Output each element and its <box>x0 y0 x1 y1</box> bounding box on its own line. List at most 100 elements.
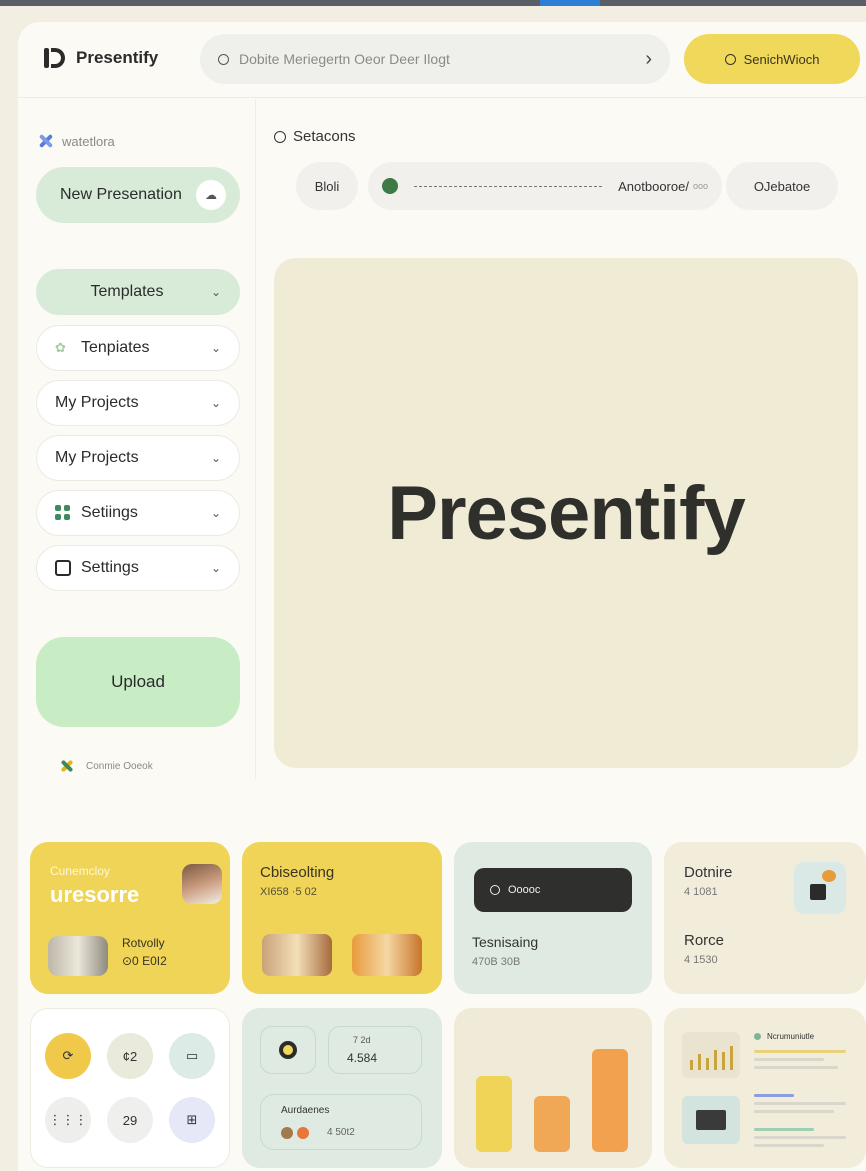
shortcut-value: ¢2 <box>122 1048 138 1064</box>
chevron-down-icon: ⌄ <box>210 341 221 355</box>
leaf-icon: ✿ <box>55 340 66 355</box>
filter-chip[interactable]: OJebatoe <box>726 162 838 210</box>
grid-icon[interactable]: ⋮⋮⋮ <box>45 1097 91 1143</box>
os-top-strip <box>0 0 866 6</box>
brand-x-icon <box>38 133 54 149</box>
card-training[interactable]: Ooooc Tesnisaing 470B 30B <box>454 842 652 994</box>
text-line <box>754 1110 834 1113</box>
card-label: Cunemcloy <box>50 864 111 878</box>
chevron-down-icon: ⌄ <box>210 285 221 299</box>
grid-icon <box>55 505 71 521</box>
hero-title: Presentify <box>387 470 745 556</box>
card-title: Dotnire <box>684 864 733 881</box>
chip-label: OJebatoe <box>753 178 811 194</box>
card-title: Tesnisaing <box>472 934 539 950</box>
sidebar-item-settings-2[interactable]: Settings ⌄ <box>36 545 240 591</box>
app-window: Presentify Dobite Meriegertn Oeor Deer I… <box>18 22 866 1171</box>
sidebar-item-templates-2[interactable]: ✿ Tenpiates ⌄ <box>36 325 240 371</box>
chat-icon <box>794 862 846 914</box>
dark-pill-button[interactable]: Ooooc <box>474 868 632 912</box>
header: Presentify Dobite Meriegertn Oeor Deer I… <box>18 22 866 98</box>
chevron-down-icon: ⌄ <box>210 561 221 575</box>
card-title: Cbiseolting <box>260 864 335 881</box>
search-input[interactable]: Dobite Meriegertn Oeor Deer Ilogt <box>239 51 635 67</box>
sidebar-item-my-projects-2[interactable]: My Projects ⌄ <box>36 435 240 481</box>
search-icon <box>724 53 736 65</box>
sidebar-item-label: My Projects <box>55 449 139 466</box>
audience-box: Aurdaenes 4 50t2 <box>260 1094 422 1150</box>
report-heading-label: Ncrumuniutle <box>767 1032 815 1041</box>
sidebar-item-label: Tenpiates <box>81 339 150 356</box>
sections-title: Setacons <box>274 128 356 145</box>
chevron-down-icon: ⌄ <box>210 396 221 410</box>
text-line <box>754 1144 824 1147</box>
text-line <box>754 1102 846 1105</box>
thumbnail-image <box>352 934 422 976</box>
os-accent <box>540 0 600 6</box>
shortcut-value: 29 <box>122 1112 138 1128</box>
card-subtitle: XI658 ·5 02 <box>260 886 317 898</box>
audience-value: 4 50t2 <box>327 1127 355 1138</box>
sidebar-item-label: Settings <box>81 559 139 576</box>
card-title: Rorce <box>684 932 725 949</box>
search-bar[interactable]: Dobite Meriegertn Oeor Deer Ilogt › <box>200 34 670 84</box>
search-button-label: SenichWioch <box>743 51 820 67</box>
status-dot-icon <box>754 1033 761 1040</box>
text-line <box>754 1050 846 1053</box>
sidebar-item-label: My Projects <box>55 394 139 411</box>
sidebar-item-label: Setiings <box>81 504 138 521</box>
sidebar-item-templates[interactable]: Templates ⌄ <box>36 269 240 315</box>
sidebar-item-settings[interactable]: Setiings ⌄ <box>36 490 240 536</box>
calendar-icon[interactable]: ▭ <box>169 1033 215 1079</box>
card-report[interactable]: Ncrumuniutle <box>664 1008 866 1168</box>
thumbnail-image <box>48 936 108 976</box>
shortcut-circle[interactable]: 29 <box>107 1097 153 1143</box>
refresh-icon[interactable]: ⟳ <box>45 1033 91 1079</box>
logo-text: Presentify <box>76 48 159 67</box>
window-icon[interactable]: ⊞ <box>169 1097 215 1143</box>
frame-icon <box>55 560 71 576</box>
card-featured[interactable]: Cunemcloy uresorre Rotvolly ⊙0 E0I2 <box>30 842 230 994</box>
filter-chip[interactable]: Bloli <box>296 162 358 210</box>
upload-button[interactable]: Upload <box>36 637 240 727</box>
stat-label: 7 2d <box>353 1035 371 1045</box>
report-heading: Ncrumuniutle <box>754 1032 814 1041</box>
logo-icon <box>42 46 68 70</box>
shortcut-circle[interactable]: ¢2 <box>107 1033 153 1079</box>
sidebar-brand: watetlora <box>38 133 115 149</box>
sidebar-item-my-projects[interactable]: My Projects ⌄ <box>36 380 240 426</box>
stat-value: 4.584 <box>347 1051 378 1065</box>
card-audience[interactable]: 7 2d 4.584 Aurdaenes 4 50t2 <box>242 1008 442 1168</box>
circle-icon <box>274 130 286 143</box>
hero-preview[interactable]: Presentify <box>274 258 858 768</box>
text-line <box>754 1128 814 1131</box>
chevron-down-icon: ⌄ <box>210 506 221 520</box>
new-presentation-button[interactable]: New Presenation ☁ <box>36 167 240 223</box>
chevron-right-icon[interactable]: › <box>645 48 652 71</box>
text-line <box>754 1058 824 1061</box>
logo[interactable]: Presentify <box>42 46 158 70</box>
card-bar-chart[interactable] <box>454 1008 652 1168</box>
card-stats[interactable]: Dotnire 4 1081 Rorce 4 1530 <box>664 842 866 994</box>
text-line <box>754 1136 846 1139</box>
pill-label: Ooooc <box>508 884 541 896</box>
chevron-down-icon: ⌄ <box>210 451 221 465</box>
filter-chip[interactable]: Anotbooroe/ ooo <box>368 162 722 210</box>
screen-thumbnail <box>682 1096 740 1144</box>
circle-icon <box>490 885 500 895</box>
card-title: uresorre <box>50 882 140 907</box>
sections-title-label: Setacons <box>293 128 356 145</box>
cloud-icon: ☁ <box>196 180 226 210</box>
sidebar-footer-label: Conmie Ooeok <box>86 760 153 772</box>
chart-bar <box>534 1096 570 1152</box>
sidebar-footer: Conmie Ooeok <box>60 759 153 773</box>
search-button[interactable]: SenichWioch <box>684 34 860 84</box>
chart-bar <box>476 1076 512 1152</box>
card-subtitle: 470B 30B <box>472 956 521 968</box>
sidebar-item-label: Templates <box>90 283 164 300</box>
chip-extra: ooo <box>692 181 708 191</box>
card-consulting[interactable]: Cbiseolting XI658 ·5 02 <box>242 842 442 994</box>
stat-box: 7 2d 4.584 <box>328 1026 422 1074</box>
chart-bar <box>592 1049 628 1152</box>
avatar <box>182 864 222 904</box>
